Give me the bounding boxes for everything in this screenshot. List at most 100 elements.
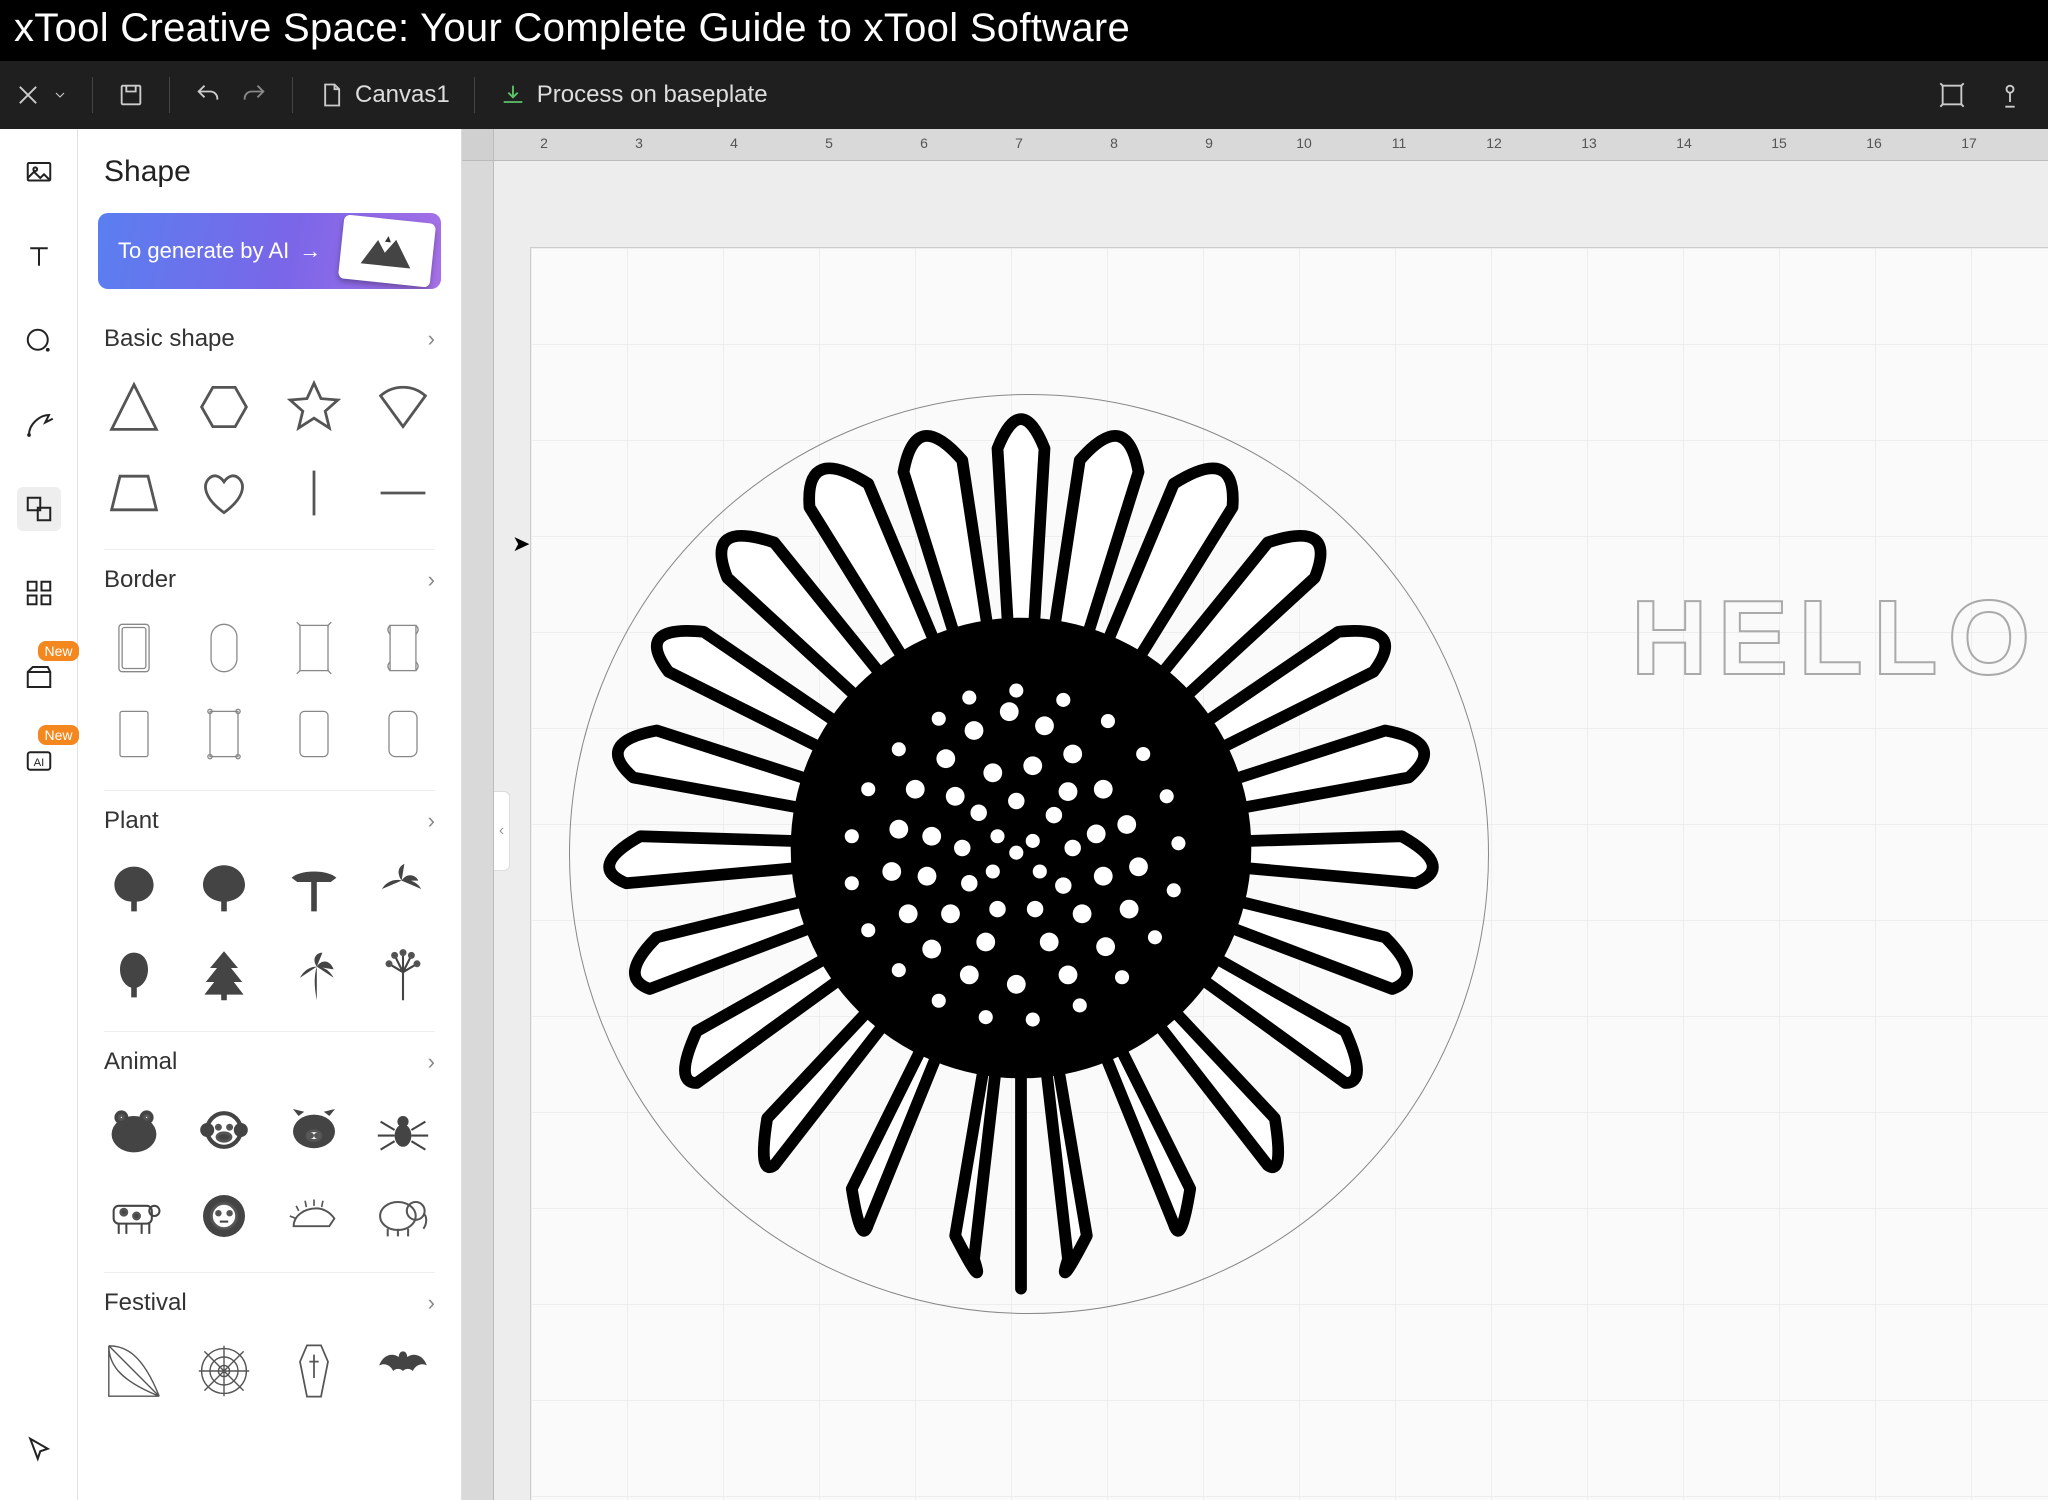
text-object[interactable]: HELLO [1631, 578, 2040, 699]
ai-preview-thumbnail [338, 214, 436, 287]
process-button[interactable]: Process on baseplate [499, 81, 768, 109]
shape-panel: Shape To generate by AI → Basic shape › [78, 129, 462, 1500]
chevron-right-icon: › [428, 808, 435, 834]
ruler-corner [462, 129, 494, 161]
chevron-right-icon: › [428, 1049, 435, 1075]
run-icon [1996, 81, 2024, 109]
image-tool[interactable] [17, 151, 61, 195]
circle-tool[interactable] [17, 319, 61, 363]
ruler-horizontal: 2 3 4 5 6 7 8 9 10 11 12 13 14 15 16 17 … [494, 129, 2048, 161]
arrow-right-icon: → [299, 238, 321, 264]
section-label: Plant [104, 807, 159, 835]
apps-tool[interactable] [17, 571, 61, 615]
work-area[interactable]: HELLO [530, 247, 2048, 1500]
shape-heart[interactable] [190, 459, 258, 527]
frame-button[interactable] [1938, 81, 1966, 109]
animal-pig[interactable] [280, 1096, 348, 1164]
new-badge: New [38, 641, 78, 661]
canvas-viewport[interactable]: 2 3 4 5 6 7 8 9 10 11 12 13 14 15 16 17 … [462, 129, 2048, 1500]
mouse-cursor-icon: ➤ [512, 531, 530, 557]
shape-hexagon[interactable] [190, 373, 258, 441]
undo-button[interactable] [194, 81, 222, 109]
festival-bat[interactable] [369, 1337, 437, 1405]
top-toolbar: Canvas1 Process on baseplate [0, 61, 2048, 129]
x-logo-icon [14, 81, 42, 109]
animal-monkey[interactable] [190, 1096, 258, 1164]
section-label: Festival [104, 1289, 187, 1317]
section-plant[interactable]: Plant › [100, 791, 439, 847]
ruler-vertical [462, 161, 494, 1500]
svg-text:AI: AI [33, 757, 44, 769]
save-icon [117, 81, 145, 109]
select-tool[interactable] [17, 1428, 61, 1472]
save-button[interactable] [117, 81, 145, 109]
festival-spiderweb[interactable] [190, 1337, 258, 1405]
border-frame-2[interactable] [190, 614, 258, 682]
canvas-tab[interactable]: Canvas1 [317, 81, 450, 109]
animal-cow[interactable] [100, 1182, 168, 1250]
animal-elephant[interactable] [369, 1182, 437, 1250]
ai-tool[interactable]: AI New [17, 739, 61, 783]
baseplate-icon [499, 81, 527, 109]
chevron-right-icon: › [428, 567, 435, 593]
chevron-right-icon: › [428, 326, 435, 352]
process-label: Process on baseplate [537, 81, 768, 109]
shape-hline[interactable] [369, 459, 437, 527]
festival-web-corner[interactable] [100, 1337, 168, 1405]
ai-generate-card[interactable]: To generate by AI → [98, 213, 441, 289]
plant-pine-tree[interactable] [190, 941, 258, 1009]
shape-fan[interactable] [369, 373, 437, 441]
chevron-down-icon [52, 81, 68, 109]
border-frame-7[interactable] [280, 700, 348, 768]
border-frame-8[interactable] [369, 700, 437, 768]
text-tool[interactable] [17, 235, 61, 279]
redo-icon [240, 81, 268, 109]
projects-tool[interactable]: New [17, 655, 61, 699]
section-animal[interactable]: Animal › [100, 1032, 439, 1088]
canvas-tab-label: Canvas1 [355, 81, 450, 109]
vector-tool[interactable] [17, 403, 61, 447]
document-icon [317, 81, 345, 109]
plant-dandelion[interactable] [369, 941, 437, 1009]
panel-collapse-handle[interactable]: ‹ [494, 791, 510, 871]
plant-round-tree[interactable] [100, 941, 168, 1009]
border-frame-6[interactable] [190, 700, 258, 768]
go-button[interactable] [1996, 81, 2024, 109]
animal-spider[interactable] [369, 1096, 437, 1164]
animal-hedgehog[interactable] [280, 1182, 348, 1250]
shape-vline[interactable] [280, 459, 348, 527]
section-festival[interactable]: Festival › [100, 1273, 439, 1329]
shapes-tool[interactable] [17, 487, 61, 531]
chevron-right-icon: › [428, 1290, 435, 1316]
section-border[interactable]: Border › [100, 550, 439, 606]
window-title: xTool Creative Space: Your Complete Guid… [0, 0, 2048, 61]
border-frame-1[interactable] [100, 614, 168, 682]
section-label: Animal [104, 1048, 177, 1076]
shape-trapezoid[interactable] [100, 459, 168, 527]
main-area: New AI New Shape To generate by AI → Bas [0, 129, 2048, 1500]
frame-icon [1938, 81, 1966, 109]
section-label: Border [104, 566, 176, 594]
animal-lion[interactable] [190, 1182, 258, 1250]
plant-palm-tree[interactable] [369, 855, 437, 923]
border-frame-3[interactable] [280, 614, 348, 682]
shape-star[interactable] [280, 373, 348, 441]
border-frame-4[interactable] [369, 614, 437, 682]
festival-coffin[interactable] [280, 1337, 348, 1405]
new-badge: New [38, 725, 78, 745]
plant-acacia-tree[interactable] [280, 855, 348, 923]
app-menu-button[interactable] [14, 81, 68, 109]
shape-triangle[interactable] [100, 373, 168, 441]
panel-title: Shape [78, 129, 461, 207]
animal-frog[interactable] [100, 1096, 168, 1164]
canvas-stage[interactable]: ‹ ➤ [494, 161, 2048, 1500]
left-tool-rail: New AI New [0, 129, 78, 1500]
plant-coconut-tree[interactable] [280, 941, 348, 1009]
redo-button[interactable] [240, 81, 268, 109]
section-basic-shape[interactable]: Basic shape › [100, 309, 439, 365]
plant-oak-tree[interactable] [100, 855, 168, 923]
plant-bushy-tree[interactable] [190, 855, 258, 923]
ai-generate-label: To generate by AI [118, 238, 289, 264]
sunflower-object[interactable] [551, 368, 1491, 1328]
border-frame-5[interactable] [100, 700, 168, 768]
